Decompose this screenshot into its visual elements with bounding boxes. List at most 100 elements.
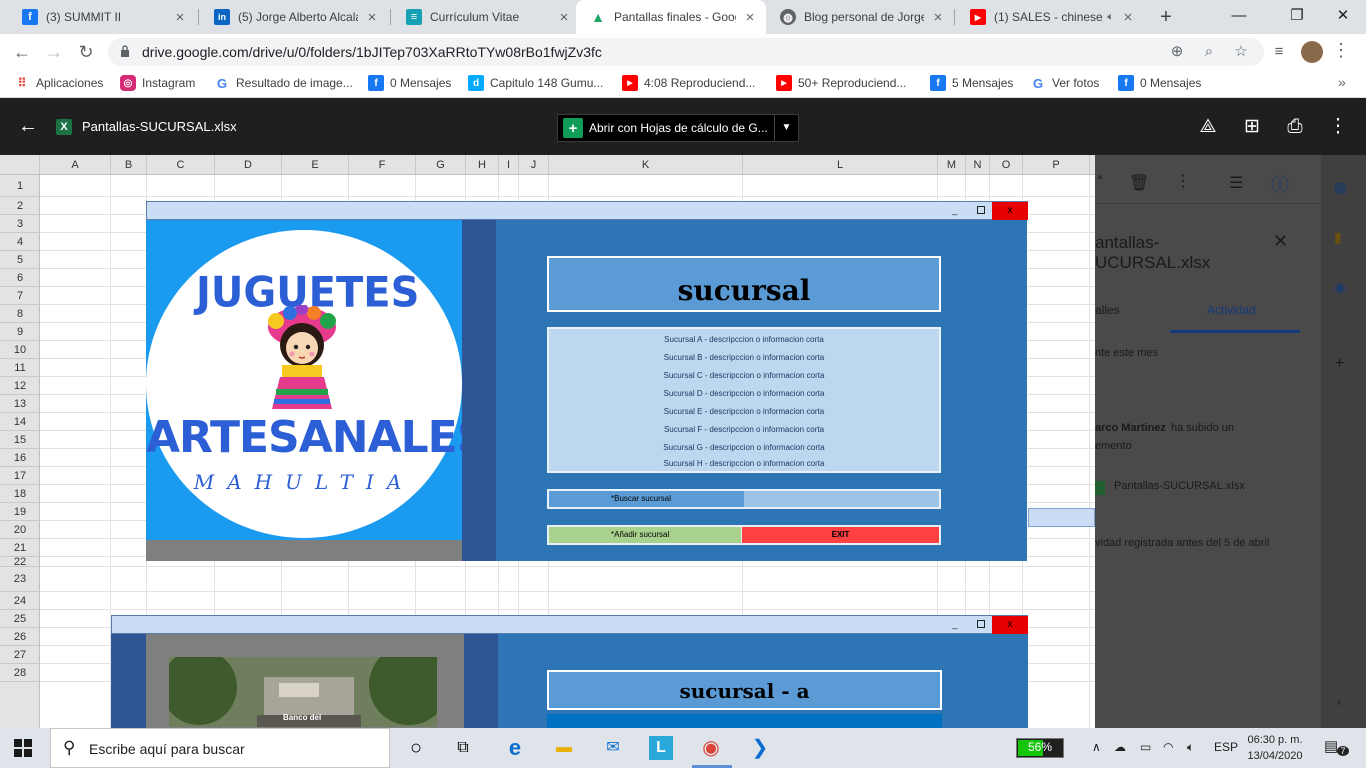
list-item[interactable]: Sucursal E - descripccion o informacion … [549,407,939,416]
column-header-E[interactable]: E [282,155,349,175]
row-header-18[interactable]: 18 [0,485,40,503]
address-bar[interactable]: drive.google.com/drive/u/0/folders/1bJIT… [108,38,1264,66]
media-control-icon[interactable]: ≡ [1270,43,1288,61]
row-header-22[interactable]: 22 [0,557,40,568]
bookmark-instagram[interactable]: ◎ Instagram [120,75,195,91]
row-header-12[interactable]: 12 [0,377,40,395]
chevron-down-icon[interactable]: ▼ [774,114,798,142]
row-header-25[interactable]: 25 [0,610,40,628]
info-icon-partial[interactable]: ◔ [1095,168,1104,189]
row-header-23[interactable]: 23 [0,567,40,592]
row-header-16[interactable]: 16 [0,449,40,467]
task-view-icon[interactable]: ⧉ [451,736,475,760]
bookmark-apps[interactable]: ⠿ Aplicaciones [14,75,104,91]
open-with-sheets-button[interactable]: + Abrir con Hojas de cálculo de G... ▼ [557,114,799,142]
tab-summit[interactable]: f (3) SUMMIT II × [8,0,196,34]
close-window-button[interactable]: ✕ [1330,4,1356,28]
row-header-3[interactable]: 3 [0,215,40,233]
search-field[interactable]: *Buscar sucursal [547,489,941,509]
calendar-icon[interactable]: ▦ [1334,179,1347,196]
minimize-window-button[interactable]: — [1226,4,1252,28]
bookmark-fb-5-mensajes[interactable]: f 5 Mensajes [930,75,1013,91]
column-header-B[interactable]: B [111,155,147,175]
trash-icon[interactable]: 🗑︎ [1129,173,1149,193]
taskbar-search[interactable]: ⚲ Escribe aquí para buscar [50,728,390,768]
list-view-icon[interactable]: ☰ [1229,173,1243,193]
bookmark-youtube-2[interactable]: ▶ 50+ Reproduciend... [776,75,906,91]
chevron-right-icon[interactable]: › [1337,695,1341,709]
notifications-icon[interactable]: ▤ [1324,737,1338,755]
form-maximize-button[interactable] [977,206,985,214]
row-header-20[interactable]: 20 [0,521,40,539]
close-tab-icon[interactable]: × [364,9,380,26]
star-icon[interactable]: ☆ [1232,43,1250,61]
restore-window-button[interactable]: ❐ [1284,4,1310,28]
close-icon[interactable]: ✕ [1273,231,1288,252]
mail-icon[interactable]: ✉ [601,736,625,760]
sucursal-listbox[interactable]: Sucursal A - descripccion o informacion … [547,327,941,473]
reload-button[interactable]: ↻ [74,40,98,64]
column-header-N[interactable]: N [966,155,990,175]
row-header-24[interactable]: 24 [0,592,40,610]
column-header-J[interactable]: J [519,155,549,175]
app-l-icon[interactable]: L [649,736,673,760]
column-header-K[interactable]: K [549,155,743,175]
row-header-27[interactable]: 27 [0,646,40,664]
tab-sales[interactable]: ▶ (1) SALES - chinese 🔈︎ × [956,0,1144,34]
row-header-28[interactable]: 28 [0,664,40,682]
add-comment-icon[interactable]: ⊞ [1240,115,1264,139]
column-header-O[interactable]: O [990,155,1023,175]
activity-file[interactable]: Pantallas-SUCURSAL.xlsx [1114,480,1245,492]
tasks-icon[interactable]: ◉ [1334,279,1346,296]
form-minimize-button[interactable]: _ [952,205,958,216]
form-close-button[interactable]: x [992,202,1028,220]
column-header-M[interactable]: M [938,155,966,175]
file-explorer-icon[interactable]: ▬ [552,736,576,760]
close-tab-icon[interactable]: × [1120,9,1136,26]
bookmark-fb-0-mensajes-2[interactable]: f 0 Mensajes [1118,75,1201,91]
row-header-8[interactable]: 8 [0,305,40,323]
battery-indicator[interactable]: 56% [1016,738,1064,758]
zoom-icon[interactable]: ⌕ [1200,43,1218,61]
column-header-H[interactable]: H [466,155,499,175]
speaker-icon[interactable]: 🔈︎ [1107,11,1114,24]
bookmark-capitulo[interactable]: d Capitulo 148 Gumu... [468,75,603,91]
new-tab-button[interactable]: + [1156,7,1176,27]
list-item[interactable]: Sucursal D - descripccion o informacion … [549,389,939,398]
volume-icon[interactable]: 🔈︎ [1187,740,1194,755]
row-header-14[interactable]: 14 [0,413,40,431]
list-item[interactable]: Sucursal A - descripccion o informacion … [549,335,939,344]
bookmark-resultado[interactable]: G Resultado de image... [214,75,353,91]
edge-icon[interactable]: e [503,736,527,760]
more-options-icon[interactable]: ⋮ [1326,115,1350,139]
vscode-icon[interactable]: ❯ [748,736,772,760]
row-header-19[interactable]: 19 [0,503,40,521]
select-all-corner[interactable] [0,155,40,175]
list-item[interactable]: Sucursal B - descripccion o informacion … [549,353,939,362]
column-header-F[interactable]: F [349,155,416,175]
add-app-icon[interactable]: + [1335,355,1344,373]
bookmark-youtube-1[interactable]: ▶ 4:08 Reproduciend... [622,75,755,91]
language-indicator[interactable]: ESP [1214,740,1238,754]
add-icon[interactable]: ⊕ [1168,43,1186,61]
row-header-21[interactable]: 21 [0,539,40,557]
list-item[interactable]: Sucursal F - descripccion o informacion … [549,425,939,434]
tab-blog[interactable]: ◍ Blog personal de Jorge × [766,0,954,34]
add-to-drive-icon[interactable]: ⟁ [1196,115,1220,139]
add-sucursal-button[interactable]: *Añadir sucursal [547,525,743,545]
row-header-26[interactable]: 26 [0,628,40,646]
list-item[interactable]: Sucursal H - descripccion o informacion … [549,459,939,468]
form-close-button[interactable]: x [992,616,1028,634]
list-item[interactable]: Sucursal G - descripccion o informacion … [549,443,939,452]
row-header-2[interactable]: 2 [0,197,40,215]
form-maximize-button[interactable] [977,620,985,628]
cloud-icon[interactable]: ☁ [1114,740,1126,754]
battery-icon[interactable]: ▭ [1140,740,1151,754]
row-header-5[interactable]: 5 [0,251,40,269]
info-icon[interactable]: ⓘ [1271,171,1289,197]
profile-avatar[interactable] [1301,41,1323,63]
close-tab-icon[interactable]: × [556,9,572,26]
bookmark-ver-fotos[interactable]: G Ver fotos [1030,75,1099,91]
column-header-G[interactable]: G [416,155,466,175]
column-header-I[interactable]: I [499,155,519,175]
